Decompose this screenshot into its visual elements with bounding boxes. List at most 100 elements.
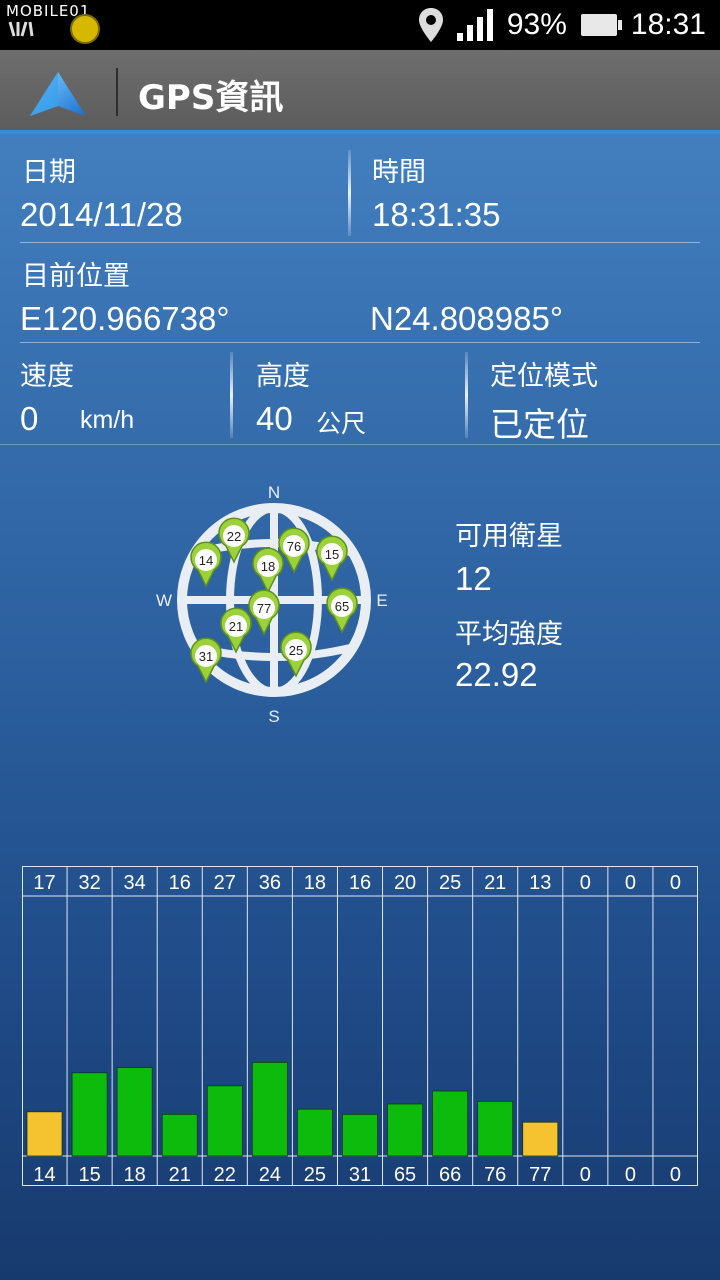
signal-value-label: 32 (78, 872, 100, 894)
satellite-id-label: 25 (304, 1164, 326, 1186)
average-strength-value: 22.92 (455, 656, 538, 693)
speed-label: 速度 (20, 361, 74, 392)
compass-east: E (376, 591, 387, 610)
altitude-mode-divider (465, 352, 468, 438)
signal-bar (161, 1113, 198, 1157)
signal-bar (26, 1111, 63, 1157)
signal-value-label: 27 (214, 872, 236, 894)
satellite-pin-label: 31 (199, 649, 213, 664)
satellite-pin: 18 (252, 547, 284, 594)
satellite-id-label: 0 (580, 1164, 591, 1186)
divider (20, 342, 700, 343)
date-label: 日期 (22, 157, 76, 188)
signal-value-label: 20 (394, 872, 416, 894)
signal-bar (522, 1121, 559, 1157)
satellite-id-label: 77 (529, 1164, 551, 1186)
satellite-pin: 22 (218, 517, 250, 564)
signal-bar (342, 1113, 378, 1157)
signal-value-label: 34 (124, 872, 146, 894)
signal-value-label: 21 (484, 872, 506, 894)
date-time-divider (348, 150, 351, 236)
satellite-id-label: 66 (439, 1164, 461, 1186)
altitude-unit: 公尺 (316, 410, 367, 438)
available-satellites-value: 12 (455, 560, 492, 597)
signal-value-label: 16 (169, 872, 191, 894)
satellite-id-label: 0 (670, 1164, 681, 1186)
notification-icon (8, 21, 34, 37)
satellite-id-label: 76 (484, 1164, 506, 1186)
signal-icon (456, 9, 493, 41)
signal-value-label: 0 (625, 872, 636, 894)
signal-bar (251, 1061, 288, 1157)
average-strength-label: 平均強度 (455, 619, 563, 650)
signal-value-label: 0 (670, 872, 681, 894)
signal-bar (387, 1103, 423, 1157)
satellite-pin: 15 (316, 535, 348, 582)
status-time: 18:31 (630, 8, 706, 41)
satellite-id-label: 65 (394, 1164, 416, 1186)
satellite-id-label: 22 (214, 1164, 236, 1186)
speed-altitude-divider (230, 352, 233, 438)
status-bar: MOBILE01 93% 18:31 (0, 0, 720, 50)
divider (0, 444, 720, 445)
satellite-pin: 14 (190, 541, 222, 588)
available-satellites-label: 可用衛星 (455, 521, 563, 552)
navigation-arrow-icon[interactable] (28, 70, 88, 120)
battery-percent: 93% (506, 8, 567, 41)
satellite-id-label: 14 (33, 1164, 55, 1186)
satellite-id-label: 18 (124, 1164, 146, 1186)
signal-value-label: 18 (304, 872, 326, 894)
battery-icon (580, 14, 622, 36)
satellite-id-label: 0 (625, 1164, 636, 1186)
satellite-pin: 21 (220, 607, 252, 654)
signal-strength-chart: 17 14 32 15 34 18 16 21 27 22 36 24 18 25 16 31 20 65 25 66… (22, 866, 698, 1186)
signal-bar (71, 1072, 108, 1157)
satellite-pin-label: 18 (261, 559, 275, 574)
signal-bar (477, 1100, 514, 1157)
signal-value-label: 16 (349, 872, 371, 894)
speed-unit: km/h (80, 406, 135, 434)
satellite-id-label: 21 (169, 1164, 191, 1186)
signal-bar (206, 1085, 243, 1157)
mode-value: 已定位 (490, 406, 589, 443)
location-pin-icon (418, 8, 443, 42)
position-label: 目前位置 (22, 261, 130, 292)
satellite-id-label: 24 (259, 1164, 281, 1186)
satellite-pin-label: 65 (335, 599, 349, 614)
date-value: 2014/11/28 (20, 196, 183, 233)
app-notification-icon (70, 14, 100, 44)
altitude-value: 40 (256, 400, 293, 437)
compass-south: S (268, 707, 279, 726)
compass-west: W (156, 591, 172, 610)
satellite-pin-label: 22 (227, 529, 241, 544)
signal-value-label: 13 (529, 872, 551, 894)
signal-bar (116, 1067, 153, 1157)
action-bar-divider (116, 68, 118, 116)
satellite-pin: 65 (326, 587, 358, 634)
signal-value-label: 0 (580, 872, 591, 894)
time-label: 時間 (372, 157, 426, 188)
signal-bar (296, 1108, 333, 1157)
page-title: GPS資訊 (138, 78, 284, 118)
latitude-value: N24.808985° (370, 300, 564, 337)
satellite-pin-label: 77 (257, 601, 271, 616)
divider (20, 242, 700, 243)
satellite-pin-label: 25 (289, 643, 303, 658)
satellite-pin-label: 14 (199, 553, 213, 568)
satellite-id-label: 31 (349, 1164, 371, 1186)
satellite-pin-label: 15 (325, 547, 339, 562)
longitude-value: E120.966738° (20, 300, 230, 337)
time-value: 18:31:35 (372, 196, 501, 233)
signal-value-label: 36 (259, 872, 281, 894)
action-bar: GPS資訊 (0, 50, 720, 134)
satellite-sky-view: N S E W 22 14 18 76 15 77 65 21 31 25 (156, 483, 388, 726)
signal-value-label: 17 (33, 872, 55, 894)
satellite-pin-label: 21 (229, 619, 243, 634)
speed-value: 0 (20, 400, 39, 437)
mode-label: 定位模式 (490, 361, 598, 392)
signal-bar (432, 1090, 469, 1157)
compass-north: N (268, 483, 280, 502)
signal-value-label: 25 (439, 872, 461, 894)
altitude-label: 高度 (256, 361, 310, 392)
satellite-id-label: 15 (78, 1164, 100, 1186)
